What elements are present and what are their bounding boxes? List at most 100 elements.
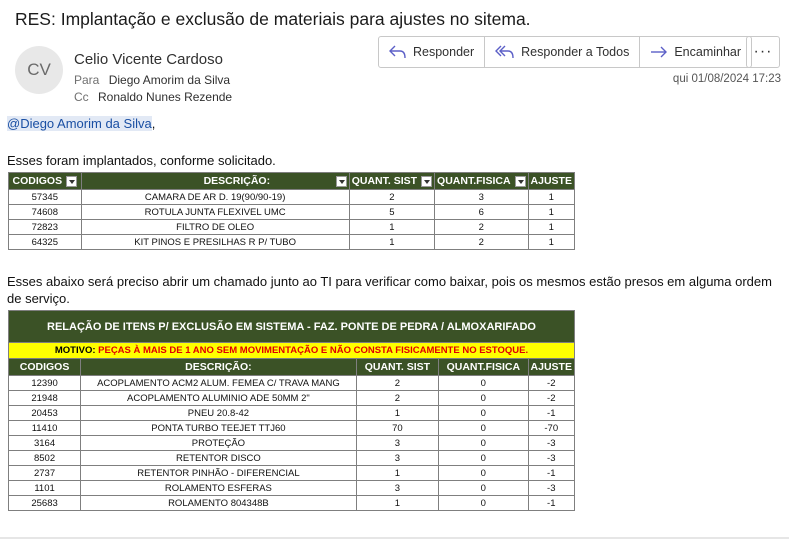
filter-dropdown-icon[interactable] (514, 175, 526, 187)
cell-ajuste: -2 (527, 375, 576, 391)
cell-code: 2737 (7, 465, 82, 481)
cell-description: FILTRO DE OLEO (80, 219, 350, 235)
email-subject: RES: Implantação e exclusão de materiais… (15, 9, 531, 29)
cell-code: 57345 (8, 189, 82, 205)
more-options-button[interactable]: ··· (746, 36, 780, 68)
cell-quant-fisica: 0 (438, 465, 529, 481)
header-quant-fisica: QUANT.FISICA (438, 358, 529, 376)
table-row: 74608 ROTULA JUNTA FLEXIVEL UMC 5 6 1 (8, 204, 576, 220)
exclusion-items-table: RELAÇÃO DE ITENS P/ EXCLUSÃO EM SISTEMA … (7, 310, 576, 511)
cell-quant-fisica: 0 (438, 375, 529, 391)
cell-ajuste: -3 (527, 450, 576, 466)
cell-description: RETENTOR DISCO (80, 450, 357, 466)
cell-quant-sist: 1 (355, 465, 440, 481)
message-actions: Responder Responder a Todos Encaminhar (378, 36, 753, 68)
cell-description: ACOPLAMENTO ALUMINIO ADE 50MM 2" (80, 390, 357, 406)
to-label: Para (74, 73, 100, 87)
cell-quant-fisica: 0 (438, 405, 529, 421)
mention-line: @Diego Amorim da Silva, (7, 116, 155, 131)
cell-ajuste: -2 (527, 390, 576, 406)
cell-ajuste: -70 (527, 420, 576, 436)
cell-quant-fisica: 0 (438, 450, 529, 466)
forward-button[interactable]: Encaminhar (640, 37, 751, 67)
cell-code: 74608 (8, 204, 82, 220)
cell-code: 25683 (7, 495, 82, 511)
cell-description: KIT PINOS E PRESILHAS R P/ TUBO (80, 234, 350, 250)
cell-ajuste: -1 (527, 405, 576, 421)
cell-quant-sist: 2 (348, 189, 436, 205)
mention-suffix: , (151, 116, 156, 131)
cell-code: 3164 (7, 435, 82, 451)
cc-label: Cc (74, 90, 89, 104)
cell-quant-sist: 3 (355, 480, 440, 496)
table-row: 2737 RETENTOR PINHÃO - DIFERENCIAL 1 0 -1 (7, 465, 576, 481)
paragraph-exclusion: Esses abaixo será preciso abrir um chama… (7, 274, 772, 306)
reply-label: Responder (413, 45, 475, 59)
table-row: 72823 FILTRO DE OLEO 1 2 1 (8, 219, 576, 235)
header-descricao: DESCRIÇÃO: (80, 172, 350, 190)
cell-description: ROLAMENTO 804348B (80, 495, 357, 511)
reply-all-button[interactable]: Responder a Todos (485, 37, 641, 67)
cell-code: 8502 (7, 450, 82, 466)
paragraph-implanted: Esses foram implantados, conforme solici… (7, 153, 276, 168)
header-quant-sist: QUANT. SIST (348, 172, 436, 190)
cell-quant-fisica: 2 (434, 234, 529, 250)
cell-quant-sist: 3 (355, 450, 440, 466)
cell-description: PONTA TURBO TEEJET TTJ60 (80, 420, 357, 436)
header-codigos: CODIGOS (8, 172, 82, 190)
cell-ajuste: 1 (527, 234, 576, 250)
cell-code: 12390 (7, 375, 82, 391)
cell-code: 11410 (7, 420, 82, 436)
cell-ajuste: -1 (527, 495, 576, 511)
filter-dropdown-icon[interactable] (66, 175, 78, 187)
sent-date: qui 01/08/2024 17:23 (672, 73, 781, 85)
cell-ajuste: -3 (527, 480, 576, 496)
cell-quant-sist: 1 (348, 219, 436, 235)
reply-button[interactable]: Responder (379, 37, 486, 67)
cell-quant-fisica: 3 (434, 189, 529, 205)
header-codigos: CODIGOS (7, 358, 82, 376)
reply-all-icon (495, 45, 515, 59)
banner-row: RELAÇÃO DE ITENS P/ EXCLUSÃO EM SISTEMA … (8, 310, 575, 343)
cell-ajuste: -1 (527, 465, 576, 481)
forward-icon (650, 45, 668, 59)
cell-quant-fisica: 2 (434, 219, 529, 235)
cell-quant-sist: 2 (355, 375, 440, 391)
cell-ajuste: -3 (527, 435, 576, 451)
table-header-row: CODIGOS DESCRIÇÃO: QUANT. SIST QUANT.FIS… (7, 358, 576, 376)
table-row: 12390 ACOPLAMENTO ACM2 ALUM. FEMEA C/ TRA… (7, 375, 576, 391)
header-quant-fisica: QUANT.FISICA (434, 172, 529, 190)
reply-icon (389, 45, 407, 59)
cell-description: RETENTOR PINHÃO - DIFERENCIAL (80, 465, 357, 481)
cell-quant-sist: 70 (355, 420, 440, 436)
table-row: 3164 PROTEÇÃO 3 0 -3 (7, 435, 576, 451)
cell-quant-sist: 1 (348, 234, 436, 250)
cc-recipient[interactable]: Ronaldo Nunes Rezende (98, 90, 232, 104)
cell-quant-sist: 5 (348, 204, 436, 220)
cell-code: 1101 (7, 480, 82, 496)
header-ajuste: AJUSTE (527, 172, 576, 190)
cell-ajuste: 1 (527, 189, 576, 205)
motivo-label: MOTIVO: (54, 345, 96, 356)
avatar[interactable]: CV (15, 46, 63, 94)
sender-name[interactable]: Celio Vicente Cardoso (74, 51, 223, 68)
filter-dropdown-icon[interactable] (421, 175, 433, 187)
cell-description: ROTULA JUNTA FLEXIVEL UMC (80, 204, 350, 220)
cc-line: Cc Ronaldo Nunes Rezende (74, 90, 232, 104)
cell-description: CAMARA DE AR D. 19(90/90-19) (80, 189, 350, 205)
table-banner: RELAÇÃO DE ITENS P/ EXCLUSÃO EM SISTEMA … (8, 310, 575, 343)
table-row: 1101 ROLAMENTO ESFERAS 3 0 -3 (7, 480, 576, 496)
forward-label: Encaminhar (674, 45, 742, 59)
cell-quant-sist: 2 (355, 390, 440, 406)
cell-code: 20453 (7, 405, 82, 421)
table-row: 8502 RETENTOR DISCO 3 0 -3 (7, 450, 576, 466)
cell-description: PNEU 20.8-42 (80, 405, 357, 421)
implanted-items-table: CODIGOS DESCRIÇÃO: QUANT. SIST QUANT.FIS… (8, 172, 576, 250)
cell-quant-fisica: 0 (438, 435, 529, 451)
mention-link[interactable]: @Diego Amorim da Silva (7, 116, 152, 131)
table-row: 20453 PNEU 20.8-42 1 0 -1 (7, 405, 576, 421)
cell-quant-sist: 1 (355, 405, 440, 421)
to-recipient[interactable]: Diego Amorim da Silva (109, 73, 230, 87)
reply-all-label: Responder a Todos (521, 45, 630, 59)
filter-dropdown-icon[interactable] (335, 175, 347, 187)
